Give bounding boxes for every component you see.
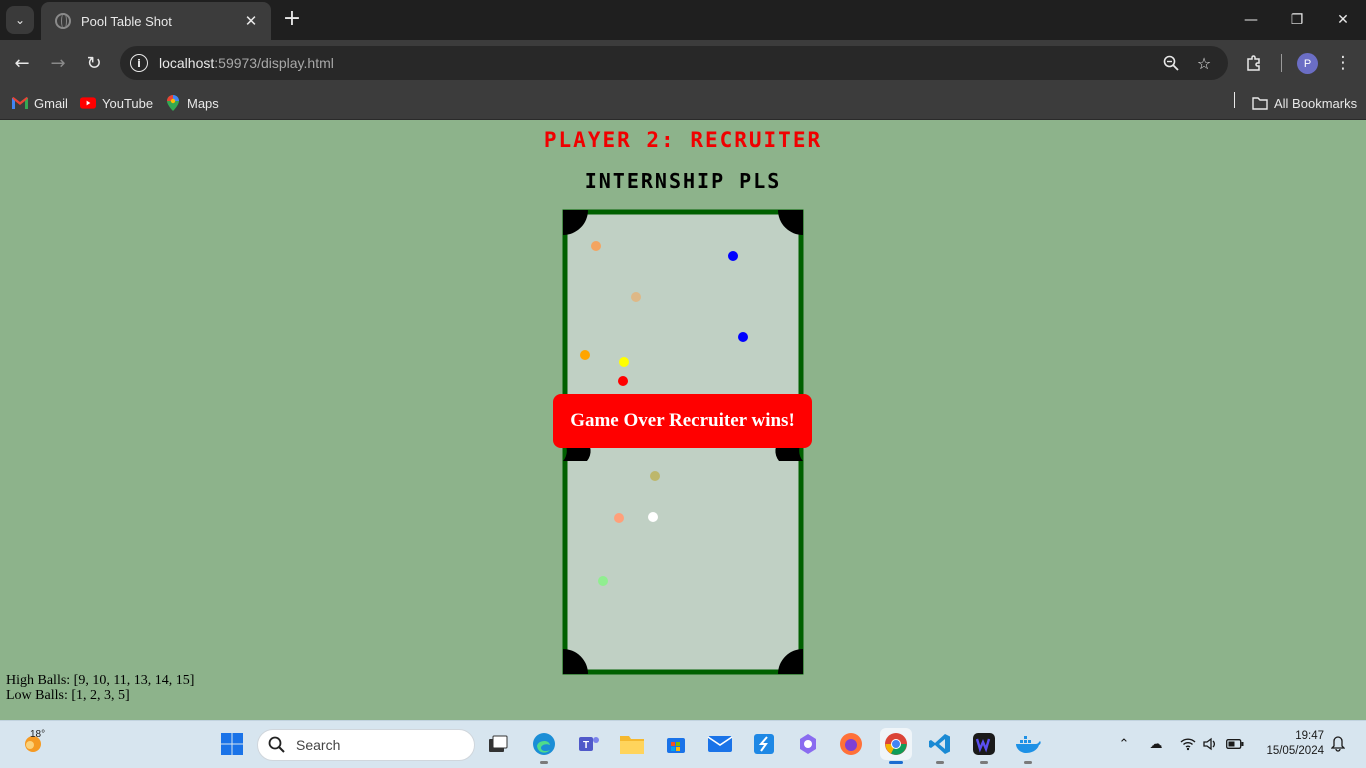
taskbar-clock[interactable]: 19:47 15/05/2024	[1250, 729, 1324, 759]
vscode-app[interactable]	[924, 728, 956, 764]
battery-icon[interactable]	[1224, 733, 1246, 755]
ball-yellow	[619, 357, 629, 367]
store-icon	[667, 738, 685, 753]
windows-icon	[221, 733, 243, 755]
docker-icon	[1016, 736, 1041, 753]
firefox-app[interactable]	[835, 728, 867, 760]
svg-text:T: T	[583, 740, 589, 751]
app-s-icon	[754, 734, 774, 754]
tray-overflow-chevron-icon[interactable]: ⌃	[1113, 733, 1135, 755]
clock-date: 15/05/2024	[1266, 745, 1324, 757]
ball-lightgreen	[598, 576, 608, 586]
start-button[interactable]	[216, 728, 248, 760]
folder-icon	[620, 736, 644, 754]
firefox-icon	[840, 733, 862, 755]
task-view-icon	[489, 735, 508, 752]
vscode-icon	[929, 734, 950, 754]
search-placeholder: Search	[296, 737, 341, 753]
ball-red	[618, 376, 628, 386]
high-balls-text: High Balls: [9, 10, 11, 13, 14, 15]	[6, 673, 195, 688]
notification-bell-icon[interactable]	[1327, 733, 1349, 755]
teams-app[interactable]: T	[573, 728, 605, 760]
low-balls-text: Low Balls: [1, 2, 3, 5]	[6, 688, 130, 703]
copilot-icon	[800, 734, 816, 754]
store-app[interactable]	[660, 728, 692, 760]
chrome-icon	[885, 733, 907, 755]
ball-blue-2	[738, 332, 748, 342]
game-over-banner: Game Over Recruiter wins!	[553, 394, 812, 448]
app-w[interactable]	[968, 728, 1000, 764]
pool-table[interactable]	[0, 0, 1366, 768]
taskbar-search[interactable]: Search	[257, 729, 475, 761]
ball-lightsalmon	[614, 513, 624, 523]
ball-orange	[580, 350, 590, 360]
ball-burlywood	[631, 292, 641, 302]
edge-app[interactable]	[528, 728, 560, 764]
volume-icon[interactable]	[1199, 733, 1221, 755]
cue-ball	[648, 512, 658, 522]
teams-icon: T	[579, 737, 599, 751]
ball-sandybrown	[591, 241, 601, 251]
edge-icon	[533, 733, 555, 755]
chrome-app[interactable]	[880, 728, 912, 764]
task-view-button[interactable]	[482, 728, 514, 760]
docker-app[interactable]	[1012, 728, 1044, 764]
ball-darkkhaki	[650, 471, 660, 481]
search-icon	[268, 736, 285, 753]
app-s-launcher[interactable]	[748, 728, 780, 760]
mail-icon	[707, 736, 733, 752]
copilot-app[interactable]	[792, 728, 824, 760]
mail-app[interactable]	[704, 728, 736, 760]
onedrive-sync-icon[interactable]: ☁	[1145, 733, 1167, 755]
wifi-icon[interactable]	[1177, 733, 1199, 755]
app-w-icon	[973, 733, 995, 755]
clock-time: 19:47	[1295, 730, 1324, 742]
ball-blue-1	[728, 251, 738, 261]
file-explorer-app[interactable]	[616, 728, 648, 760]
weather-temperature: 18°	[30, 729, 46, 740]
